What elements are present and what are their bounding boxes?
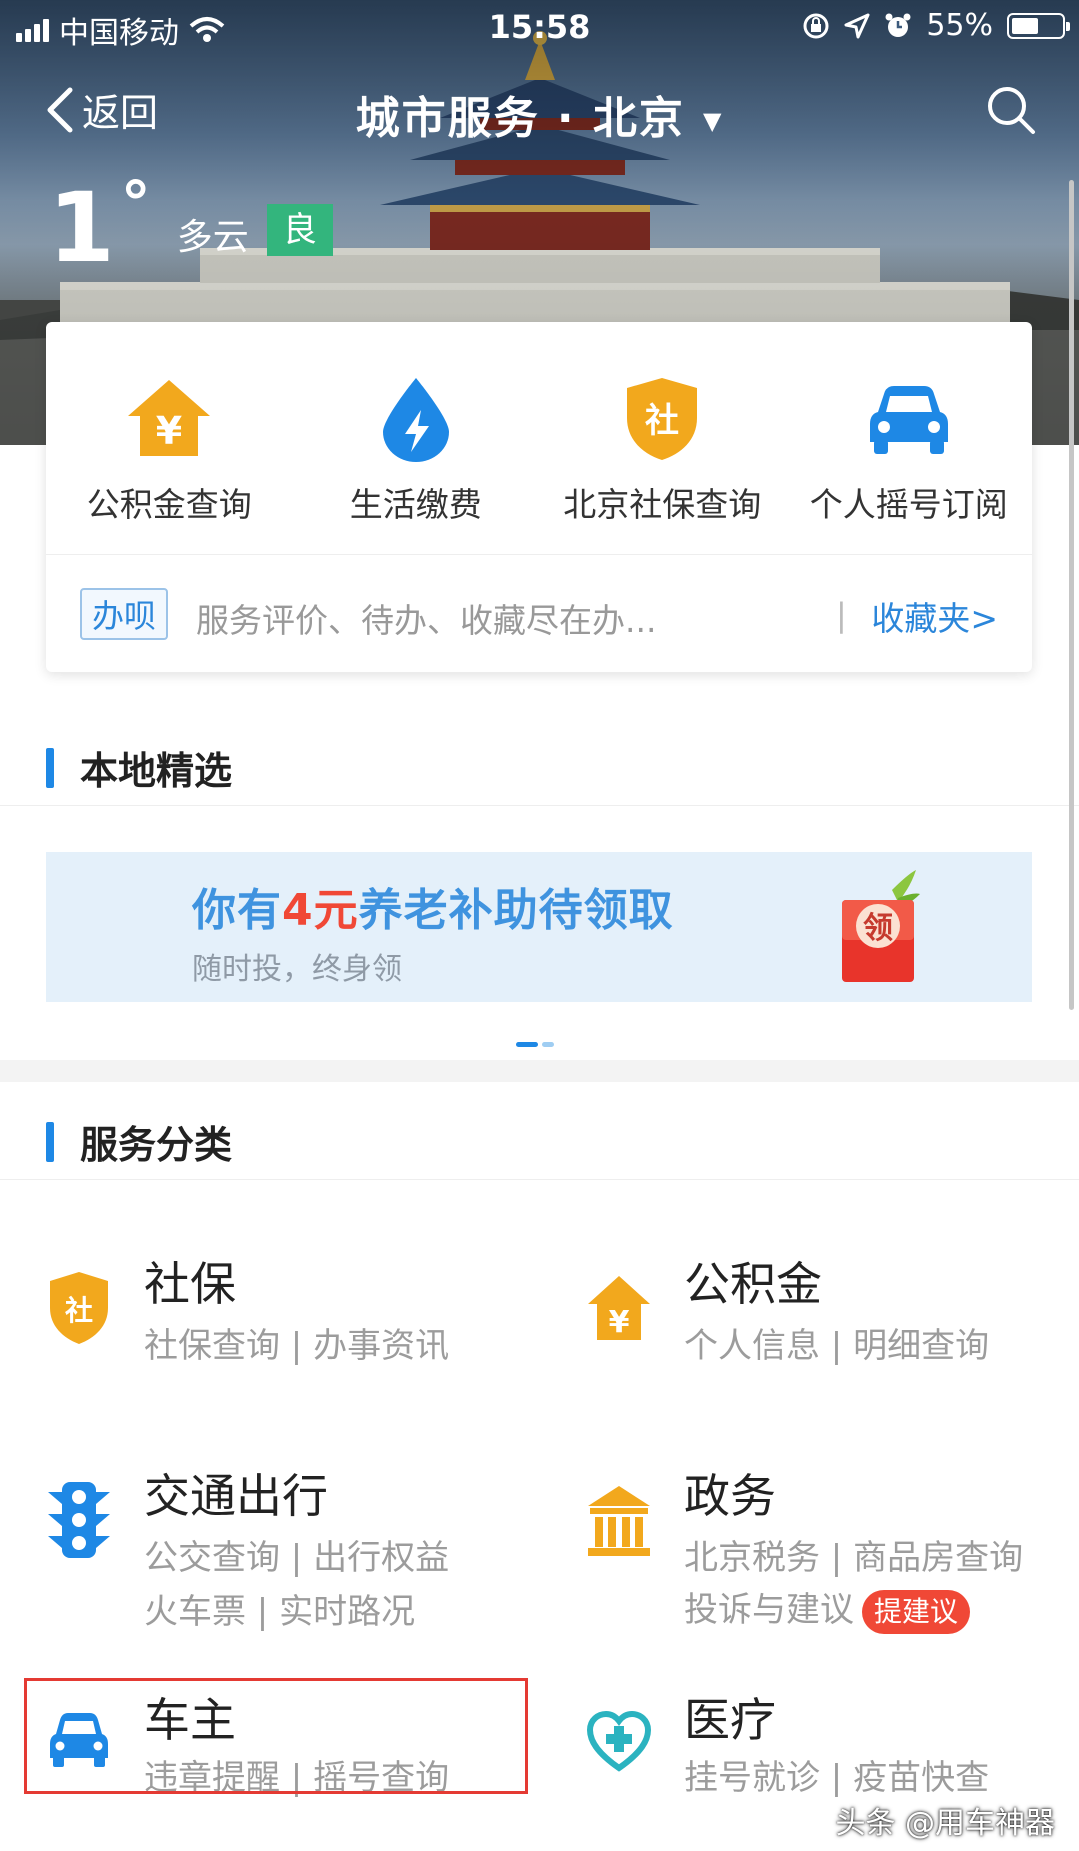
status-right: 55% <box>802 8 1070 43</box>
water-drop-bolt-icon <box>382 378 449 462</box>
section-spacer <box>0 1060 1079 1082</box>
car-icon <box>869 386 948 454</box>
shield-she-icon: 社 <box>50 1272 108 1344</box>
quick-item-social-security[interactable]: 社 北京社保查询 <box>539 322 786 554</box>
promo-amount: 4元 <box>282 885 359 936</box>
category-title: 交通出行 <box>144 1469 328 1523</box>
house-yuan-icon: ¥ <box>128 380 211 456</box>
quick-item-lottery-subscription[interactable]: 个人摇号订阅 <box>786 322 1033 554</box>
category-housing-fund[interactable]: ¥ 公积金 个人信息 | 明细查询 <box>586 1257 1056 1380</box>
degree-symbol: ° <box>120 169 151 239</box>
banjie-badge: 办呗 <box>80 588 168 640</box>
category-subtitle: 社保查询 | 办事资讯 <box>144 1326 450 1366</box>
highlight-annotation <box>24 1678 528 1794</box>
category-medical[interactable]: 医疗 挂号就诊 | 疫苗快查 <box>586 1693 1056 1798</box>
category-subtitle: 个人信息 | 明细查询 <box>684 1326 990 1366</box>
category-title: 社保 <box>144 1257 236 1311</box>
traffic-light-icon <box>48 1482 110 1558</box>
category-social-security[interactable]: 社 社保 社保查询 | 办事资讯 <box>46 1257 516 1380</box>
orientation-lock-icon <box>803 13 829 38</box>
svg-text:¥: ¥ <box>609 1305 630 1340</box>
section-accent-bar <box>46 1122 54 1162</box>
scrollbar[interactable] <box>1069 180 1074 1010</box>
section-header-local: 本地精选 <box>0 726 1079 806</box>
category-government[interactable]: 政务 北京税务 | 商品房查询 投诉与建议 提建议 <box>586 1469 1056 1634</box>
quick-item-label: 生活缴费 <box>349 485 482 524</box>
divider <box>0 805 1079 806</box>
banjie-bar[interactable]: 办呗 服务评价、待办、收藏尽在办... | 收藏夹> <box>46 554 1032 672</box>
status-bar: 中国移动 15:58 55% <box>0 0 1079 54</box>
battery-percent: 55% <box>926 8 993 43</box>
city-selector[interactable]: 城市服务 · 北京 ▼ <box>0 82 1079 146</box>
quick-services-grid: ¥ 公积金查询 生活缴费 社 北京社保查询 个人摇号订阅 <box>46 322 1032 554</box>
suggest-badge[interactable]: 提建议 <box>862 1589 971 1634</box>
divider <box>0 1179 1079 1180</box>
section-header-categories: 服务分类 <box>0 1100 1079 1180</box>
envelope-label: 领 <box>863 911 893 946</box>
caret-down-icon: ▼ <box>702 107 724 135</box>
watermark: 头条 @用车神器 <box>835 1806 1055 1841</box>
category-subtitle: 公交查询 | 出行权益 <box>144 1538 450 1578</box>
category-title: 政务 <box>684 1469 776 1523</box>
air-quality-badge: 良 <box>266 204 333 256</box>
red-envelope-icon: 领 <box>842 870 920 982</box>
category-subtitle: 火车票 | 实时路况 <box>144 1592 416 1632</box>
svg-text:社: 社 <box>65 1294 93 1327</box>
section-title: 本地精选 <box>80 749 233 793</box>
weather-widget[interactable]: 1 ° 多云 良 <box>48 172 333 284</box>
banjie-description: 服务评价、待办、收藏尽在办... <box>196 601 657 640</box>
category-subtitle: 挂号就诊 | 疫苗快查 <box>684 1758 990 1798</box>
quick-item-label: 公积金查询 <box>86 485 252 524</box>
search-icon[interactable] <box>985 84 1037 136</box>
divider: | <box>836 596 847 634</box>
promo-subtitle: 随时投，终身领 <box>192 952 402 987</box>
svg-text:社: 社 <box>645 401 679 441</box>
category-title: 公积金 <box>684 1257 822 1311</box>
favorites-link[interactable]: 收藏夹> <box>871 592 998 640</box>
promo-title-prefix: 你有 <box>192 885 282 936</box>
category-title: 医疗 <box>684 1693 776 1747</box>
svg-text:¥: ¥ <box>156 409 182 453</box>
quick-item-housing-fund[interactable]: ¥ 公积金查询 <box>46 322 293 554</box>
category-subtitle-row: 投诉与建议 提建议 <box>684 1582 971 1634</box>
quick-services-card: ¥ 公积金查询 生活缴费 社 北京社保查询 个人摇号订阅 办呗 服务评价、待办、… <box>46 322 1032 672</box>
category-subtitle: 北京税务 | 商品房查询 <box>684 1538 1024 1578</box>
category-subtitle: 投诉与建议 <box>684 1590 854 1630</box>
carousel-indicator <box>516 1042 554 1047</box>
page-title: 城市服务 · 北京 <box>355 93 685 144</box>
navigation-bar: 返回 城市服务 · 北京 ▼ <box>0 70 1079 150</box>
shield-she-icon: 社 <box>627 378 698 460</box>
quick-item-label: 北京社保查询 <box>563 485 762 524</box>
stethoscope-heart-icon <box>586 1710 652 1772</box>
battery-icon <box>1007 12 1070 39</box>
alarm-icon <box>885 13 911 37</box>
house-yuan-icon: ¥ <box>588 1276 650 1340</box>
quick-item-utility-payment[interactable]: 生活缴费 <box>293 322 540 554</box>
promo-title: 你有4元养老补助待领取 <box>192 874 674 938</box>
location-icon <box>844 13 870 38</box>
promo-banner[interactable]: 你有4元养老补助待领取 随时投，终身领 领 <box>46 852 1032 1002</box>
weather-condition: 多云 <box>176 217 249 258</box>
section-accent-bar <box>46 748 54 788</box>
section-title: 服务分类 <box>80 1123 233 1167</box>
quick-item-label: 个人摇号订阅 <box>809 485 1008 524</box>
temperature: 1 <box>48 172 115 284</box>
category-transportation[interactable]: 交通出行 公交查询 | 出行权益 火车票 | 实时路况 <box>46 1469 516 1632</box>
government-building-icon <box>588 1486 650 1556</box>
promo-title-suffix: 养老补助待领取 <box>358 885 674 936</box>
